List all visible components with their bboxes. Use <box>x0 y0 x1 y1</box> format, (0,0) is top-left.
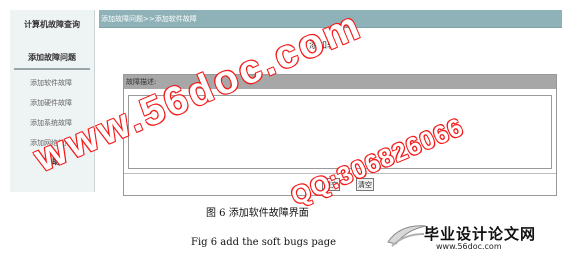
sidebar-item-software[interactable]: 添加软件故障 <box>14 76 88 90</box>
figure-caption-zh: 图 6 添加软件故障界面 <box>206 208 309 219</box>
sidebar-divider <box>14 68 90 70</box>
logo-url: www.56doc.com <box>436 242 502 251</box>
site-logo: 毕业设计论文网 www.56doc.com <box>382 214 558 258</box>
logo-title: 毕业设计论文网 <box>424 225 537 243</box>
sidebar-header-add[interactable]: 添加故障问题 <box>10 52 94 63</box>
sidebar-header-query[interactable]: 计算机故障查询 <box>10 19 94 30</box>
sidebar-item-hardware[interactable]: 添加硬件故障 <box>14 96 88 110</box>
figure-caption-en: Fig 6 add the soft bugs page <box>191 237 337 248</box>
